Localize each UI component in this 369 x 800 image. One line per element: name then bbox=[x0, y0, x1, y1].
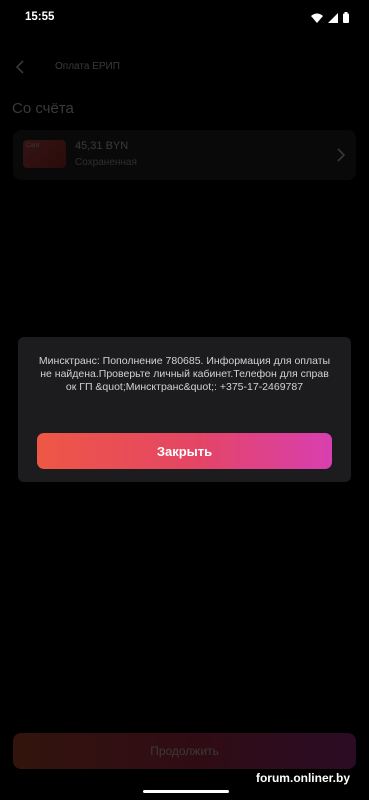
top-app-bar: Оплата ЕРИП bbox=[0, 46, 369, 90]
card-thumbnail: Card bbox=[23, 140, 66, 168]
wifi-icon bbox=[311, 13, 323, 23]
account-subtitle: Сохраненная bbox=[75, 157, 137, 168]
status-time: 15:55 bbox=[25, 11, 55, 23]
section-title: Со счёта bbox=[12, 100, 74, 117]
chevron-right-icon bbox=[337, 148, 346, 162]
screen-title: Оплата ЕРИП bbox=[55, 61, 120, 72]
error-dialog: Минсктранс: Пополнение 780685. Информаци… bbox=[18, 337, 351, 482]
back-arrow-icon[interactable] bbox=[13, 59, 29, 75]
status-icons bbox=[311, 12, 349, 23]
account-amount: 45,31 BYN bbox=[75, 140, 129, 152]
status-bar: 15:55 bbox=[0, 0, 369, 36]
close-button[interactable]: Закрыть bbox=[37, 433, 332, 469]
battery-icon bbox=[343, 12, 349, 23]
signal-icon bbox=[328, 12, 338, 23]
navigation-handle[interactable] bbox=[143, 790, 229, 793]
card-thumb-text: Card bbox=[26, 143, 40, 149]
account-card[interactable]: Card 45,31 BYN Сохраненная bbox=[13, 130, 356, 180]
dialog-message: Минсктранс: Пополнение 780685. Информаци… bbox=[38, 355, 333, 393]
watermark: forum.onliner.by bbox=[255, 771, 350, 785]
continue-button[interactable]: Продолжить bbox=[13, 733, 356, 769]
